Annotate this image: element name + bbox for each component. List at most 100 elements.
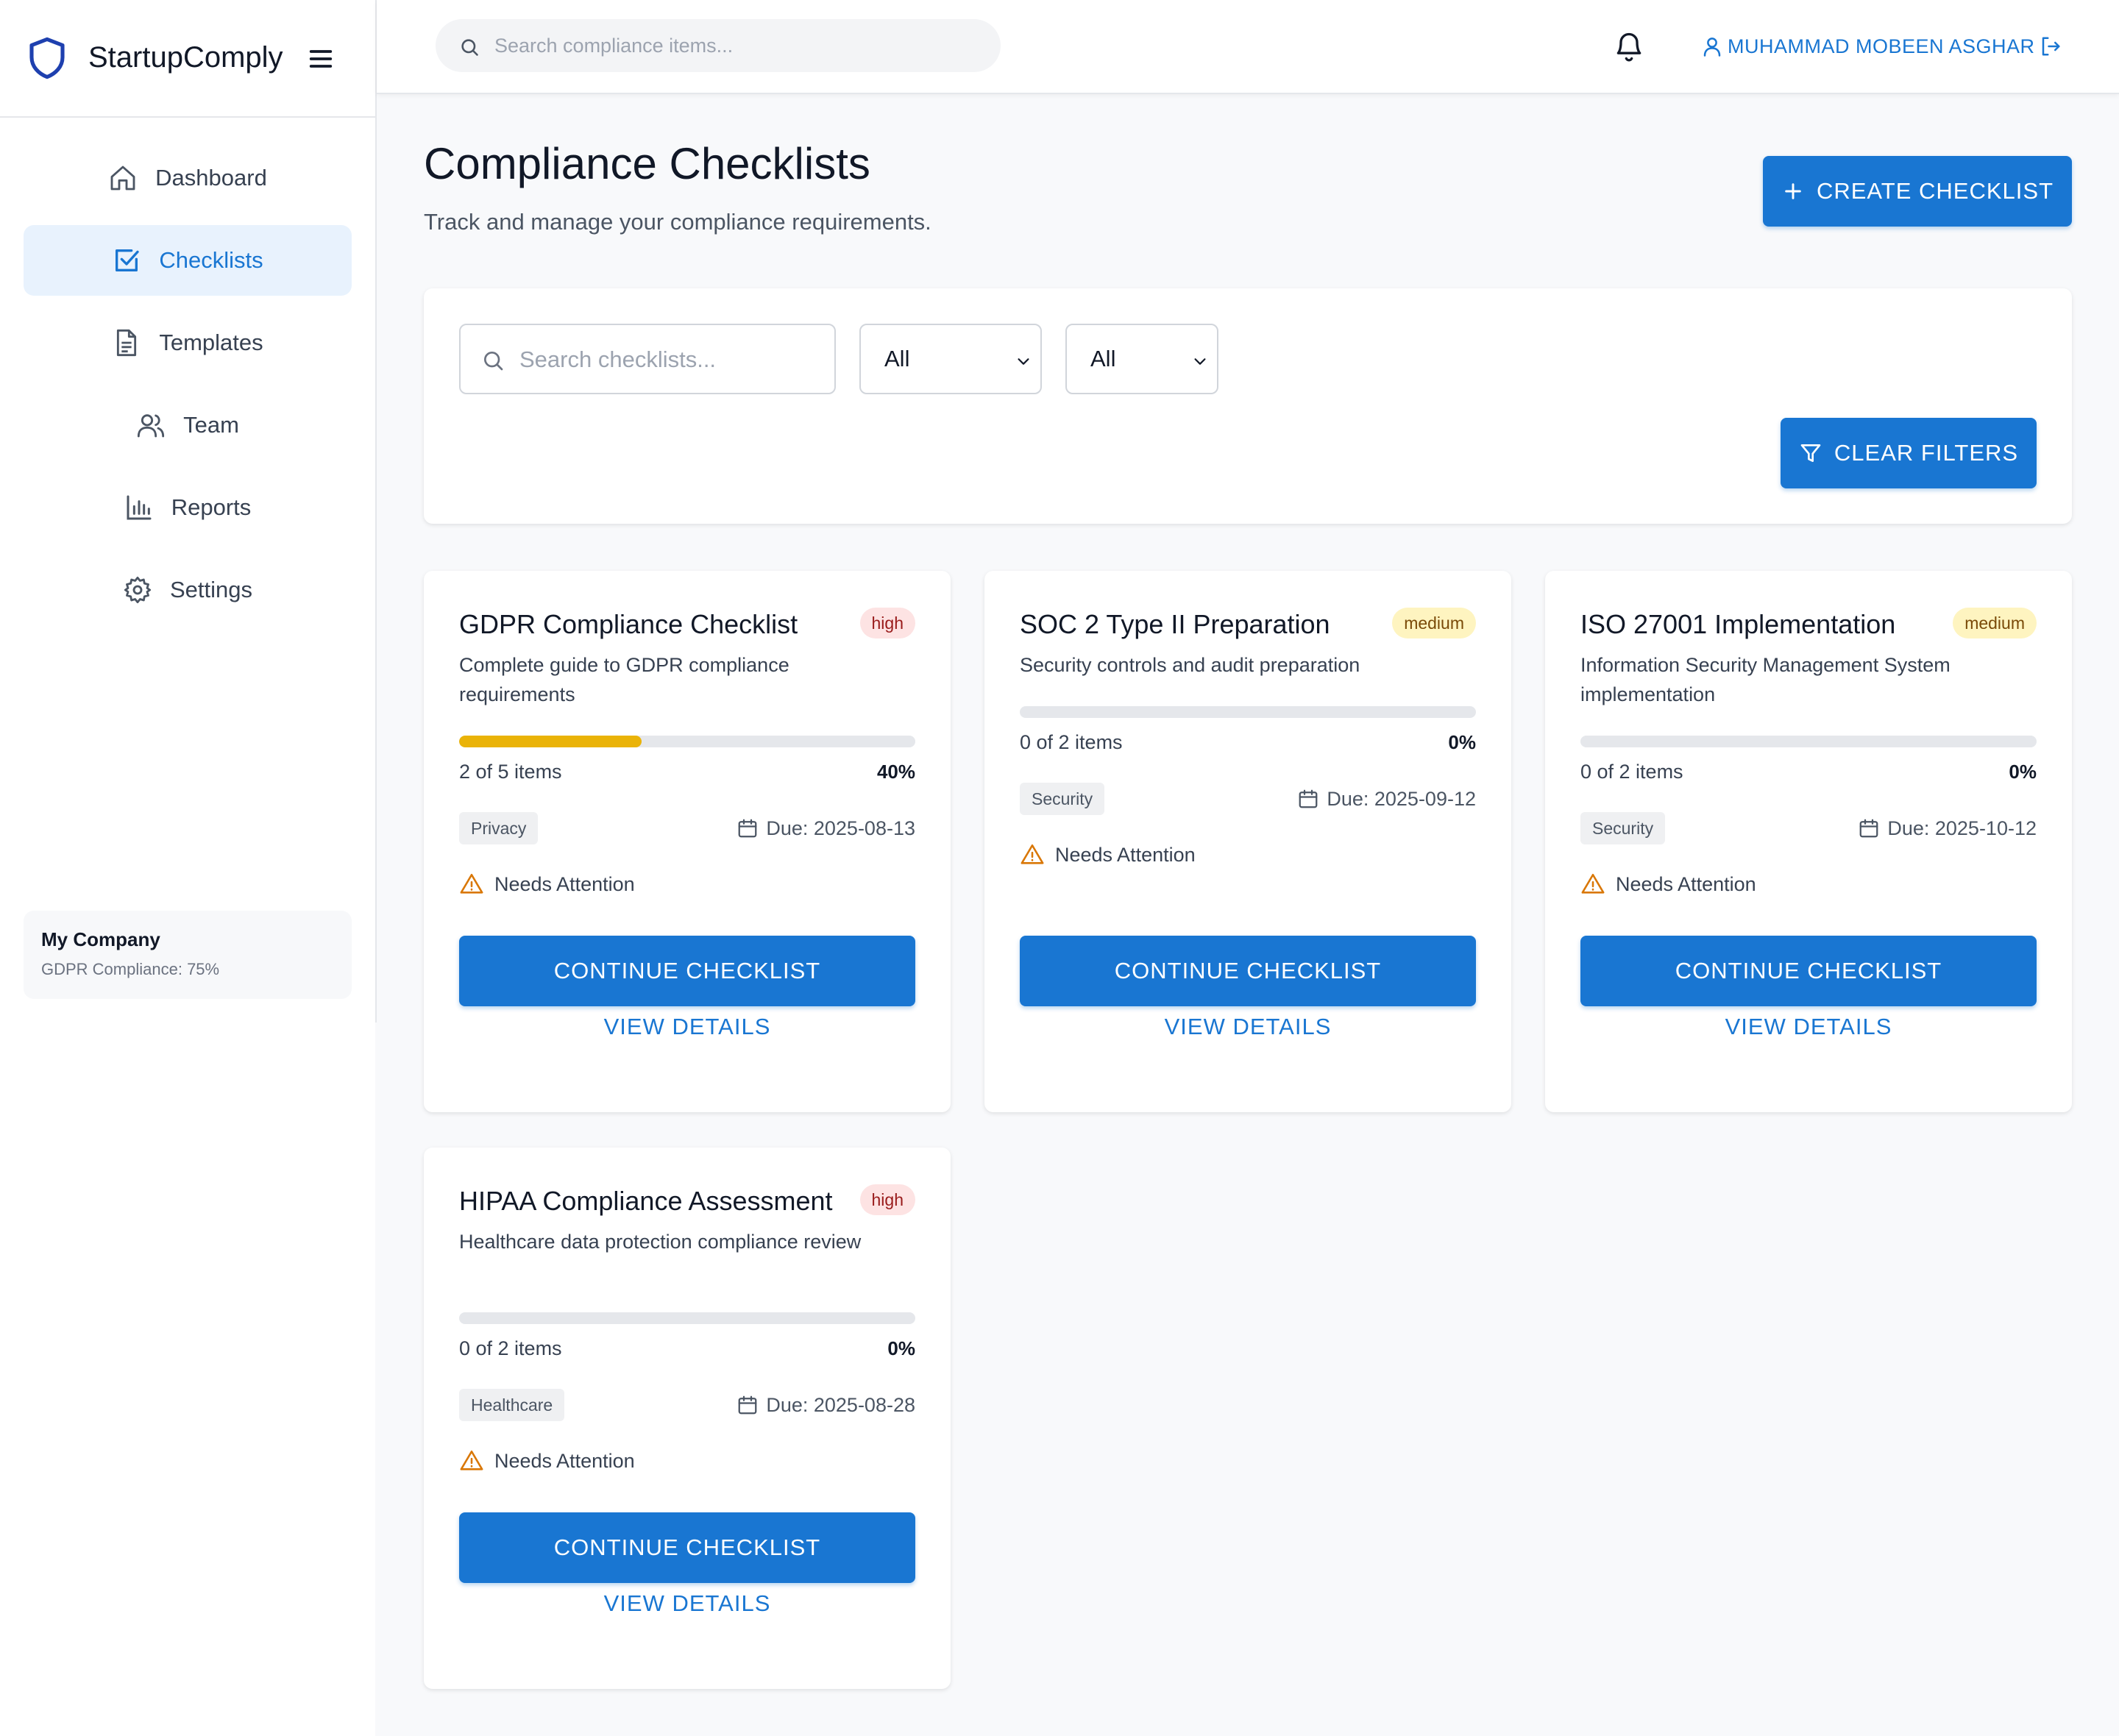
checklist-card: SOC 2 Type II Preparation medium Securit…	[984, 571, 1511, 1112]
document-icon	[117, 329, 137, 357]
home-icon	[110, 166, 135, 191]
checklist-title: GDPR Compliance Checklist	[459, 609, 798, 639]
user-menu[interactable]: MUHAMMAD MOBEEN ASGHAR	[1701, 29, 2062, 63]
create-checklist-label: CREATE CHECKLIST	[1816, 178, 2054, 204]
progress-percent: 0%	[1448, 731, 1476, 753]
checklist-description: Healthcare data protection compliance re…	[459, 1231, 862, 1253]
logout-icon[interactable]	[2040, 35, 2062, 57]
category-tag: Healthcare	[459, 1389, 565, 1421]
filter-panel: All All CLEAR FILTERS	[424, 288, 2072, 524]
status-text: Needs Attention	[494, 872, 635, 895]
items-count: 0 of 2 items	[1020, 731, 1123, 753]
due-date-text: Due: 2025-08-13	[766, 817, 915, 839]
global-search	[436, 19, 1001, 72]
status-text: Needs Attention	[1055, 843, 1196, 866]
warning-icon	[460, 873, 483, 894]
page-subtitle: Track and manage your compliance require…	[424, 209, 931, 235]
progress-bar	[459, 1312, 915, 1324]
sidebar-item-settings[interactable]: Settings	[24, 555, 352, 625]
progress-percent: 0%	[2009, 761, 2037, 783]
sidebar-item-label: Checklists	[159, 247, 263, 273]
due-date: Due: 2025-09-12	[1297, 783, 1476, 815]
create-checklist-button[interactable]: CREATE CHECKLIST	[1763, 156, 2072, 227]
warning-icon	[1581, 873, 1605, 894]
search-icon	[461, 39, 478, 56]
checklist-card: GDPR Compliance Checklist high Complete …	[424, 571, 951, 1112]
checklist-title: ISO 27001 Implementation	[1580, 609, 1896, 639]
priority-badge: medium	[1392, 608, 1476, 638]
search-icon	[484, 352, 503, 371]
global-search-input[interactable]	[494, 29, 980, 62]
progress-fill	[459, 736, 642, 747]
filter-select-2[interactable]: All	[1065, 324, 1218, 394]
sidebar-item-templates[interactable]: Templates	[24, 307, 352, 378]
due-date: Due: 2025-10-12	[1858, 812, 2037, 844]
continue-checklist-button[interactable]: CONTINUE CHECKLIST	[1020, 936, 1476, 1006]
sidebar-item-dashboard[interactable]: Dashboard	[24, 143, 352, 213]
continue-checklist-button[interactable]: CONTINUE CHECKLIST	[459, 1512, 915, 1583]
clear-filters-label: CLEAR FILTERS	[1834, 440, 2019, 466]
continue-checklist-button[interactable]: CONTINUE CHECKLIST	[459, 936, 915, 1006]
shield-icon	[29, 37, 65, 79]
due-date: Due: 2025-08-13	[736, 812, 915, 844]
due-date-text: Due: 2025-08-28	[766, 1393, 915, 1416]
warning-icon	[460, 1450, 483, 1470]
bell-icon[interactable]	[1613, 29, 1645, 63]
view-details-button[interactable]: VIEW DETAILS	[459, 1006, 915, 1047]
calendar-icon	[1299, 789, 1318, 808]
priority-badge: high	[859, 608, 915, 638]
sidebar-item-checklists[interactable]: Checklists	[24, 225, 352, 296]
sidebar-item-label: Reports	[171, 494, 252, 520]
items-count: 2 of 5 items	[459, 761, 562, 783]
user-icon	[1703, 38, 1721, 57]
company-name: My Company	[41, 928, 160, 950]
page-title: Compliance Checklists	[424, 139, 870, 188]
sidebar-item-label: Templates	[159, 330, 263, 355]
priority-badge: medium	[1953, 608, 2037, 638]
items-count: 0 of 2 items	[1580, 761, 1683, 783]
calendar-icon	[738, 1395, 757, 1415]
app-name: StartupComply	[88, 41, 283, 74]
view-details-button[interactable]: VIEW DETAILS	[1020, 1006, 1476, 1047]
top-bar: MUHAMMAD MOBEEN ASGHAR	[377, 0, 2119, 94]
checklist-card: ISO 27001 Implementation medium Informat…	[1545, 571, 2072, 1112]
category-tag: Security	[1020, 783, 1105, 815]
checklist-card: HIPAA Compliance Assessment high Healthc…	[424, 1148, 951, 1689]
status-indicator: Needs Attention	[1580, 868, 1756, 900]
progress-bar	[1580, 736, 2037, 747]
warning-icon	[1021, 844, 1044, 864]
progress-bar	[459, 736, 915, 747]
checkbox-icon	[116, 249, 140, 271]
view-details-button[interactable]: VIEW DETAILS	[1580, 1006, 2037, 1047]
continue-checklist-button[interactable]: CONTINUE CHECKLIST	[1580, 936, 2037, 1006]
filter-icon	[1800, 444, 1821, 462]
status-indicator: Needs Attention	[459, 1445, 635, 1477]
chevron-down-icon	[1194, 358, 1206, 365]
checklist-title: HIPAA Compliance Assessment	[459, 1186, 833, 1216]
company-summary: My Company GDPR Compliance: 75%	[24, 911, 352, 999]
checklist-search-input[interactable]	[519, 341, 814, 378]
clear-filters-button[interactable]: CLEAR FILTERS	[1781, 418, 2037, 488]
sidebar-item-label: Settings	[169, 577, 252, 602]
category-tag: Privacy	[459, 812, 539, 844]
sidebar-item-team[interactable]: Team	[24, 390, 352, 460]
priority-badge: high	[859, 1184, 915, 1215]
filter-select-1[interactable]: All	[859, 324, 1042, 394]
progress-percent: 40%	[876, 761, 915, 783]
status-text: Needs Attention	[1616, 872, 1756, 895]
users-icon	[138, 414, 165, 438]
chevron-down-icon	[1018, 358, 1029, 365]
checklist-description: Security controls and audit preparation	[1020, 654, 1360, 676]
view-details-button[interactable]: VIEW DETAILS	[459, 1583, 915, 1624]
gear-icon	[124, 576, 152, 604]
items-count: 0 of 2 items	[459, 1337, 562, 1359]
due-date-text: Due: 2025-09-12	[1327, 787, 1476, 810]
checklist-description: Information Security Management System i…	[1580, 654, 1951, 705]
status-indicator: Needs Attention	[1020, 839, 1196, 871]
calendar-icon	[738, 819, 757, 838]
hamburger-menu-icon[interactable]	[306, 44, 336, 74]
category-tag: Security	[1580, 812, 1666, 844]
sidebar-item-reports[interactable]: Reports	[24, 472, 352, 543]
divider	[375, 1022, 377, 1736]
sidebar: StartupComply Dashboard Checklists Templ…	[0, 0, 377, 1736]
